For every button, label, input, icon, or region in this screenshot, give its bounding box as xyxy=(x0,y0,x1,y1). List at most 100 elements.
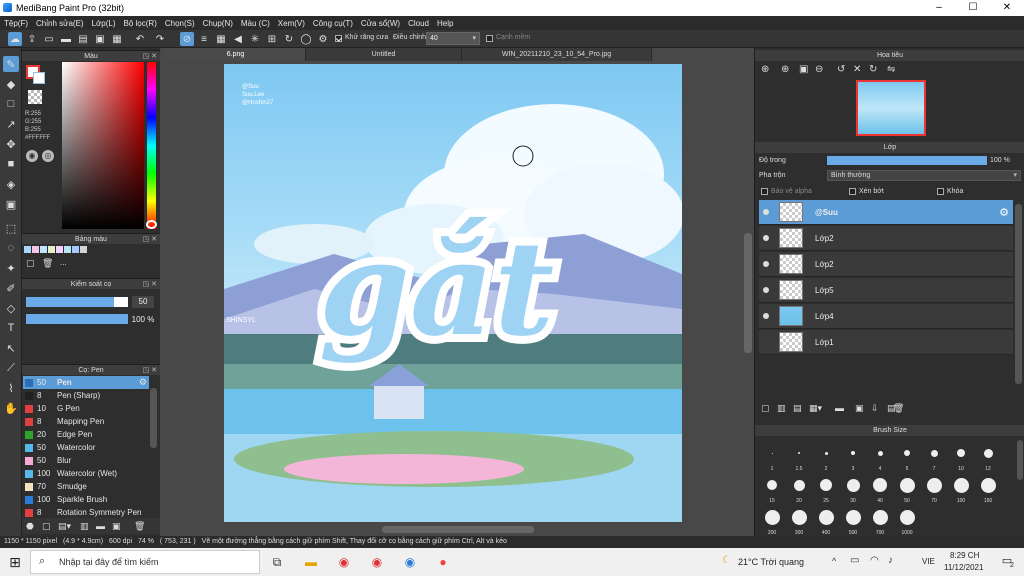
chrome-profile-icon[interactable]: ◉ xyxy=(366,552,388,572)
panel-close-icon[interactable]: ◳ ✕ xyxy=(143,51,157,62)
canvas-artwork[interactable]: gắt gắt @Suu Suu.Lee @Hoshin27 SHINSYL xyxy=(224,64,682,522)
brush-size-preset[interactable]: 1 xyxy=(759,444,785,472)
new-palette-icon[interactable]: ▢ xyxy=(26,258,35,269)
new-layer-icon[interactable]: ▢ xyxy=(761,403,770,414)
magic-wand-icon[interactable]: ✦ xyxy=(3,260,19,276)
eye-icon[interactable] xyxy=(763,313,769,319)
brush-size-preset[interactable]: 500 xyxy=(840,508,866,536)
copy-layer-icon[interactable]: ▣ xyxy=(855,403,864,414)
palette-swatch[interactable] xyxy=(56,246,63,253)
lasso-tool-icon[interactable]: ◌ xyxy=(3,240,19,256)
folder-icon[interactable]: ▬ xyxy=(835,403,844,413)
brush-size-preset[interactable]: 7 xyxy=(921,444,947,472)
layer-opacity-slider[interactable] xyxy=(827,156,987,165)
brush-item[interactable]: 20 Edge Pen xyxy=(23,428,149,441)
brush-list-scrollbar[interactable] xyxy=(150,388,157,448)
brush-size-preset[interactable]: 1000 xyxy=(894,508,920,536)
palette-swatch[interactable] xyxy=(64,246,71,253)
menu-color[interactable]: Màu (C) xyxy=(241,19,270,28)
operation-tool-icon[interactable]: ↖ xyxy=(3,340,19,356)
tab-6-png[interactable]: 6.png xyxy=(166,48,306,61)
brush-tool-icon[interactable]: ✎ xyxy=(3,56,19,72)
zoom-in-icon[interactable]: ⊕ xyxy=(761,64,769,75)
brush-size-preset[interactable]: 100 xyxy=(948,476,974,504)
navigator-thumbnail[interactable] xyxy=(856,80,926,136)
brush-item[interactable]: 100 Watercolor (Wet) xyxy=(23,467,149,480)
cross-snap-icon[interactable]: ⊞ xyxy=(265,32,279,46)
wifi-icon[interactable]: ◠ xyxy=(870,555,879,566)
text-tool-icon[interactable]: T xyxy=(3,320,19,336)
taskbar-search-box[interactable]: ⌕ Nhập tại đây để tìm kiếm xyxy=(30,550,260,574)
background-color-swatch[interactable] xyxy=(33,72,45,84)
eye-icon[interactable] xyxy=(763,209,769,215)
brush-item[interactable]: 70 Smudge xyxy=(23,480,149,493)
palette-swatch[interactable] xyxy=(40,246,47,253)
brush-opacity-slider[interactable] xyxy=(26,314,128,324)
eye-icon[interactable] xyxy=(763,339,769,345)
input-language[interactable]: VIE xyxy=(922,557,935,566)
weather-text[interactable]: 21°C Trời quang xyxy=(738,557,804,567)
gear-icon[interactable]: ⚙ xyxy=(139,377,147,388)
antialias-checkbox[interactable] xyxy=(335,35,342,42)
hue-slider-handle[interactable] xyxy=(146,220,157,229)
clock-date[interactable]: 11/12/2021 xyxy=(944,563,983,572)
trash-icon[interactable]: 🗑 xyxy=(893,403,904,414)
import-brush-icon[interactable]: ▥ xyxy=(80,521,89,532)
canvas-horizontal-scrollbar[interactable] xyxy=(382,526,534,533)
snap-off-icon[interactable]: ⊘ xyxy=(180,32,194,46)
network-icon[interactable]: ▭ xyxy=(850,555,859,566)
tab-win-photo[interactable]: WIN_20211210_23_10_54_Pro.jpg xyxy=(462,48,652,61)
rotate-right-icon[interactable]: ↻ xyxy=(869,64,877,75)
menu-cloud[interactable]: Cloud xyxy=(408,19,429,28)
brush-size-preset[interactable]: 30 xyxy=(840,476,866,504)
merge-down-icon[interactable]: ⇩ xyxy=(871,403,879,414)
frame-icon[interactable]: ▣ xyxy=(93,32,107,46)
fill-rect-tool-icon[interactable]: ■ xyxy=(3,156,19,172)
palette-swatch[interactable] xyxy=(32,246,39,253)
parallel-snap-icon[interactable]: ≡ xyxy=(197,32,211,46)
brush-size-preset[interactable]: 40 xyxy=(867,476,893,504)
brush-size-preset[interactable]: 12 xyxy=(975,444,1001,472)
brush-size-preset[interactable]: 700 xyxy=(867,508,893,536)
task-view-icon[interactable]: ⧉ xyxy=(266,552,288,572)
hand-tool-icon[interactable]: ✋ xyxy=(3,400,19,416)
menu-edit[interactable]: Chỉnh sửa(E) xyxy=(36,19,84,28)
layer-row[interactable]: Lớp1 xyxy=(759,330,1013,355)
color-wheel-icon[interactable]: ◉ xyxy=(26,150,38,162)
brush-size-preset[interactable]: 50 xyxy=(894,476,920,504)
perspective-snap-icon[interactable]: ◀ xyxy=(231,32,245,46)
layer-menu-icon[interactable]: ▦▾ xyxy=(809,403,822,414)
brush-size-preset[interactable]: 1.5 xyxy=(786,444,812,472)
new-8bit-layer-icon[interactable]: ▤ xyxy=(793,403,802,414)
trash-icon[interactable]: 🗑 xyxy=(134,521,145,532)
mirror-icon[interactable]: ⇋ xyxy=(887,64,895,75)
layer-row[interactable]: Lớp5 xyxy=(759,278,1013,303)
brush-size-preset[interactable]: 400 xyxy=(813,508,839,536)
flip-icon[interactable]: ✕ xyxy=(853,64,861,75)
chrome-icon[interactable]: ◉ xyxy=(333,552,355,572)
new-brush-icon[interactable]: ▢ xyxy=(42,521,51,532)
transparent-color-swatch[interactable] xyxy=(28,90,42,104)
menu-filter[interactable]: Bộ lọc(R) xyxy=(124,19,157,28)
brush-size-slider[interactable] xyxy=(26,297,128,307)
gradient-tool-icon[interactable]: ▣ xyxy=(3,196,19,212)
brush-size-preset[interactable]: 3 xyxy=(840,444,866,472)
brush-item[interactable]: 8 Mapping Pen xyxy=(23,415,149,428)
comment-icon[interactable]: ▭ xyxy=(42,32,56,46)
brush-item[interactable]: 10 G Pen xyxy=(23,402,149,415)
menu-tools[interactable]: Công cụ(T) xyxy=(313,19,353,28)
rect-tool-icon[interactable]: □ xyxy=(3,96,19,112)
adjust-select[interactable]: 40 ▾ xyxy=(426,32,480,45)
brush-size-preset[interactable]: 4 xyxy=(867,444,893,472)
palette-swatch[interactable] xyxy=(24,246,31,253)
circle-snap-icon[interactable]: ◯ xyxy=(299,32,313,46)
clipping-checkbox[interactable] xyxy=(849,188,856,195)
volume-icon[interactable]: ♪ xyxy=(888,555,893,566)
line-tool-icon[interactable]: ↗ xyxy=(3,116,19,132)
menu-layer[interactable]: Lớp(L) xyxy=(92,19,116,28)
eye-icon[interactable] xyxy=(763,235,769,241)
undo-icon[interactable]: ↶ xyxy=(133,32,147,46)
brush-size-preset[interactable]: 300 xyxy=(786,508,812,536)
browser-icon[interactable]: ◉ xyxy=(399,552,421,572)
curve-snap-icon[interactable]: ↻ xyxy=(282,32,296,46)
